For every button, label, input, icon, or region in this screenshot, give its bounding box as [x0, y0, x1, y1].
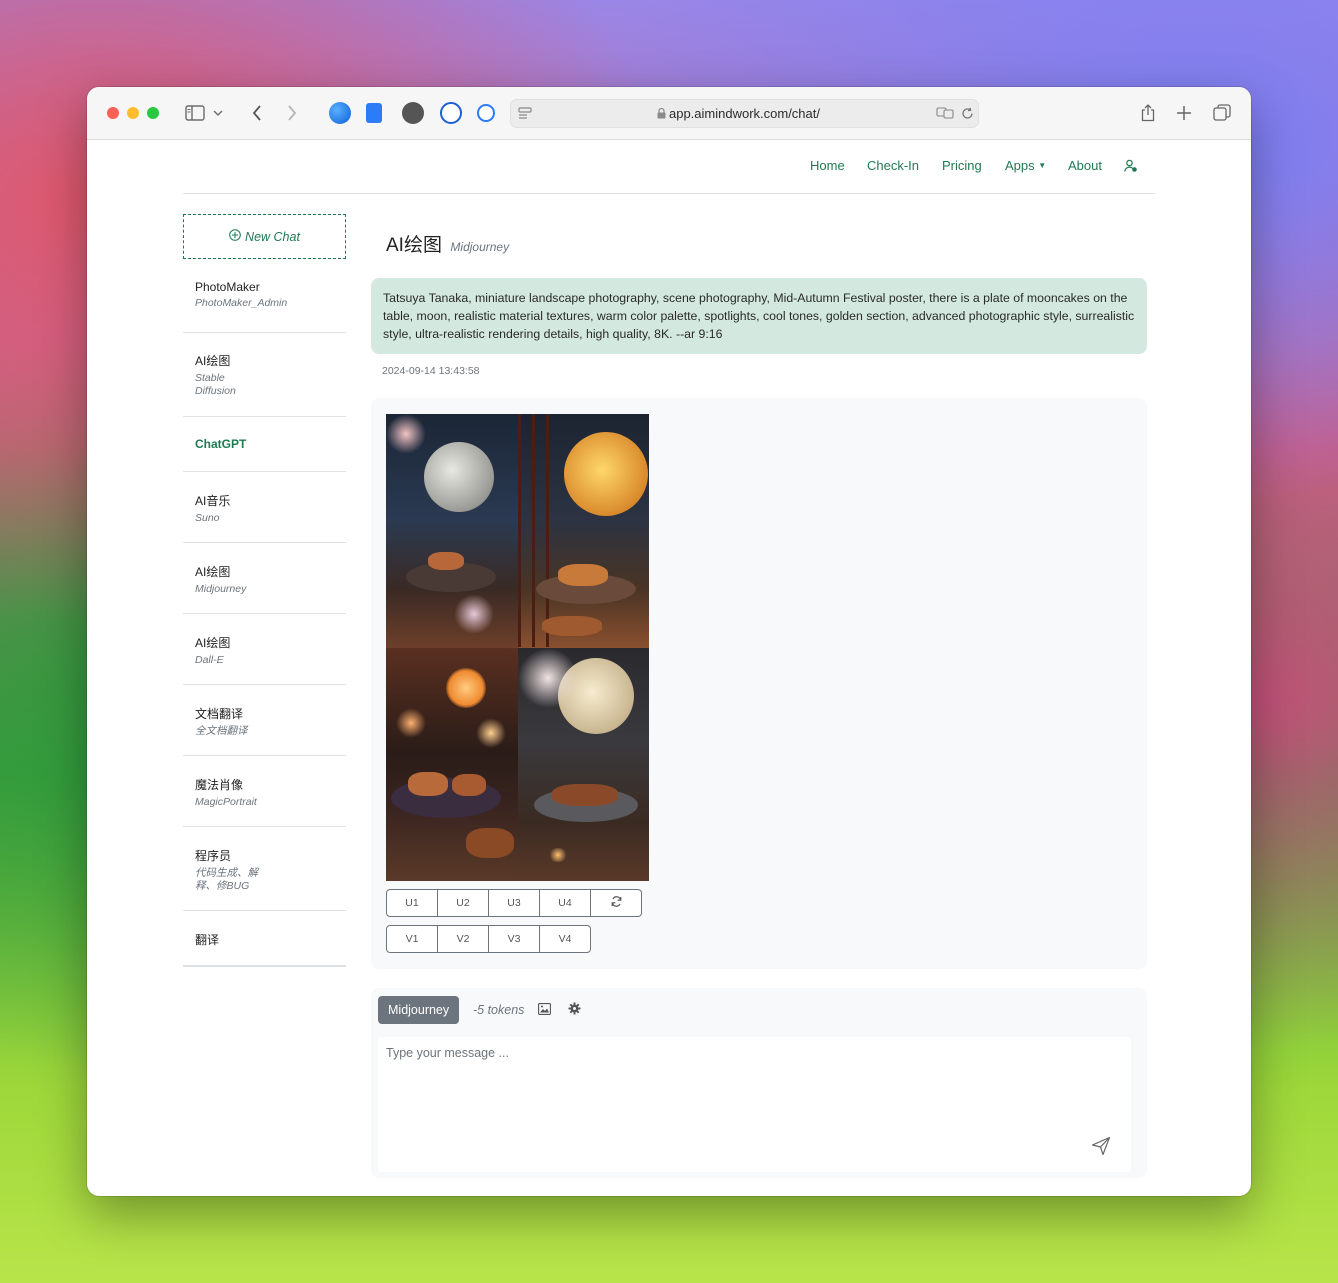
- close-window-button[interactable]: [107, 107, 119, 119]
- sidebar-item-title: AI音乐: [195, 494, 231, 508]
- browser-toolbar: app.aimindwork.com/chat/: [87, 87, 1251, 140]
- browser-window: app.aimindwork.com/chat/ Home Check-In P…: [87, 87, 1251, 1196]
- bot-response: U1 U2 U3 U4 V1 V2 V3 V4: [371, 398, 1147, 969]
- forward-icon[interactable]: [280, 101, 304, 125]
- sidebar-item-title: AI绘图: [195, 565, 231, 579]
- generated-image-3: [386, 647, 518, 881]
- sidebar-item-title: AI绘图: [195, 636, 231, 650]
- send-icon[interactable]: [1091, 1136, 1111, 1161]
- refresh-icon: [611, 896, 622, 910]
- new-tab-icon[interactable]: [1172, 101, 1196, 125]
- reload-icon[interactable]: [958, 102, 976, 124]
- sidebar-item-title: 程序员: [195, 849, 232, 863]
- address-bar[interactable]: app.aimindwork.com/chat/: [510, 99, 979, 128]
- message-timestamp: 2024-09-14 13:43:58: [382, 365, 480, 377]
- generated-image-4: [517, 647, 649, 881]
- extension-icon[interactable]: [440, 102, 462, 124]
- nav-apps[interactable]: Apps ▼: [1005, 158, 1046, 173]
- sidebar-item-title: 魔法肖像: [195, 778, 244, 792]
- page-title: AI绘图: [386, 235, 442, 256]
- sidebar-item-midjourney[interactable]: AI绘图 Midjourney: [183, 543, 346, 614]
- nav-apps-label: Apps: [1005, 158, 1035, 173]
- sidebar-item-subtitle: 全文档翻译: [195, 725, 248, 737]
- sidebar-item-photomaker[interactable]: PhotoMaker PhotoMaker_Admin: [183, 259, 346, 333]
- sidebar-item-magic-portrait[interactable]: 魔法肖像 MagicPortrait: [183, 756, 346, 827]
- zoom-window-button[interactable]: [147, 107, 159, 119]
- sidebar-item-subtitle: Midjourney: [195, 583, 247, 595]
- back-icon[interactable]: [245, 101, 269, 125]
- page-subtitle: Midjourney: [450, 240, 510, 254]
- variation-button-group: V1 V2 V3 V4: [386, 925, 591, 953]
- sidebar-item-title: 文档翻译: [195, 707, 244, 721]
- sidebar-item-translation[interactable]: 翻译: [183, 911, 346, 967]
- settings-gear-icon[interactable]: [568, 1002, 581, 1020]
- sidebar-toggle-icon[interactable]: [183, 101, 207, 125]
- plus-circle-icon: [229, 229, 241, 244]
- user-message: Tatsuya Tanaka, miniature landscape phot…: [371, 278, 1147, 354]
- generated-image-1: [386, 414, 518, 648]
- upscale-button-2[interactable]: U2: [437, 889, 489, 917]
- sidebar-item-document-translation[interactable]: 文档翻译 全文档翻译: [183, 685, 346, 756]
- extension-icon[interactable]: [402, 102, 424, 124]
- nav-check-in[interactable]: Check-In: [867, 158, 919, 173]
- share-icon[interactable]: [1136, 101, 1160, 125]
- nav-about[interactable]: About: [1068, 158, 1102, 173]
- variation-button-3[interactable]: V3: [488, 925, 540, 953]
- sidebar-item-title: PhotoMaker: [195, 280, 260, 294]
- minimize-window-button[interactable]: [127, 107, 139, 119]
- variation-button-4[interactable]: V4: [539, 925, 591, 953]
- message-input[interactable]: [378, 1037, 1131, 1172]
- sidebar-item-dall-e[interactable]: AI绘图 Dall-E: [183, 614, 346, 685]
- user-settings-icon[interactable]: [1124, 159, 1138, 178]
- tab-overview-icon[interactable]: [1210, 101, 1234, 125]
- sidebar-item-subtitle: MagicPortrait: [195, 796, 257, 808]
- chat-header: AI绘图 Midjourney: [386, 230, 509, 257]
- sidebar-item-title: 翻译: [195, 933, 220, 947]
- nav-home[interactable]: Home: [810, 158, 845, 173]
- message-composer: Midjourney -5 tokens: [371, 988, 1147, 1178]
- upscale-button-3[interactable]: U3: [488, 889, 540, 917]
- sidebar-item-subtitle: Dall-E: [195, 654, 224, 666]
- sidebar-item-subtitle: PhotoMaker_Admin: [195, 297, 288, 309]
- generated-image-2: [517, 414, 649, 648]
- sidebar-item-title: AI绘图: [195, 354, 231, 368]
- token-cost: -5 tokens: [473, 1003, 525, 1017]
- new-chat-label: New Chat: [245, 229, 300, 244]
- top-navigation: Home Check-In Pricing Apps ▼ About: [183, 140, 1155, 194]
- url-text: app.aimindwork.com/chat/: [668, 106, 820, 121]
- sidebar-item-chatgpt[interactable]: ChatGPT: [183, 417, 346, 472]
- model-selector-button[interactable]: Midjourney: [378, 996, 460, 1024]
- upscale-button-1[interactable]: U1: [386, 889, 438, 917]
- generated-image-grid[interactable]: [386, 414, 649, 881]
- reroll-button[interactable]: [590, 889, 642, 917]
- sidebar-item-suno[interactable]: AI音乐 Suno: [183, 472, 346, 543]
- sidebar-item-subtitle: Stable Diffusion: [195, 372, 236, 397]
- extension-icon[interactable]: [329, 102, 351, 124]
- sidebar-item-title: ChatGPT: [195, 437, 247, 451]
- image-upload-icon[interactable]: [538, 1002, 551, 1020]
- chat-sidebar: New Chat PhotoMaker PhotoMaker_Admin AI绘…: [183, 214, 346, 967]
- upscale-button-4[interactable]: U4: [539, 889, 591, 917]
- variation-button-1[interactable]: V1: [386, 925, 438, 953]
- upscale-button-group: U1 U2 U3 U4: [386, 889, 642, 917]
- sidebar-item-stable-diffusion[interactable]: AI绘图 Stable Diffusion: [183, 333, 346, 417]
- new-chat-button[interactable]: New Chat: [183, 214, 346, 259]
- caret-down-icon: ▼: [1038, 161, 1047, 170]
- chevron-down-icon[interactable]: [211, 101, 225, 125]
- sidebar-item-subtitle: 代码生成、解释、修BUG: [195, 867, 258, 892]
- sidebar-item-subtitle: Suno: [195, 512, 220, 524]
- translate-icon[interactable]: [935, 102, 955, 124]
- extension-icon[interactable]: [477, 104, 495, 122]
- nav-pricing[interactable]: Pricing: [942, 158, 982, 173]
- variation-button-2[interactable]: V2: [437, 925, 489, 953]
- extension-icon[interactable]: [366, 103, 382, 123]
- sidebar-item-programmer[interactable]: 程序员 代码生成、解释、修BUG: [183, 827, 346, 911]
